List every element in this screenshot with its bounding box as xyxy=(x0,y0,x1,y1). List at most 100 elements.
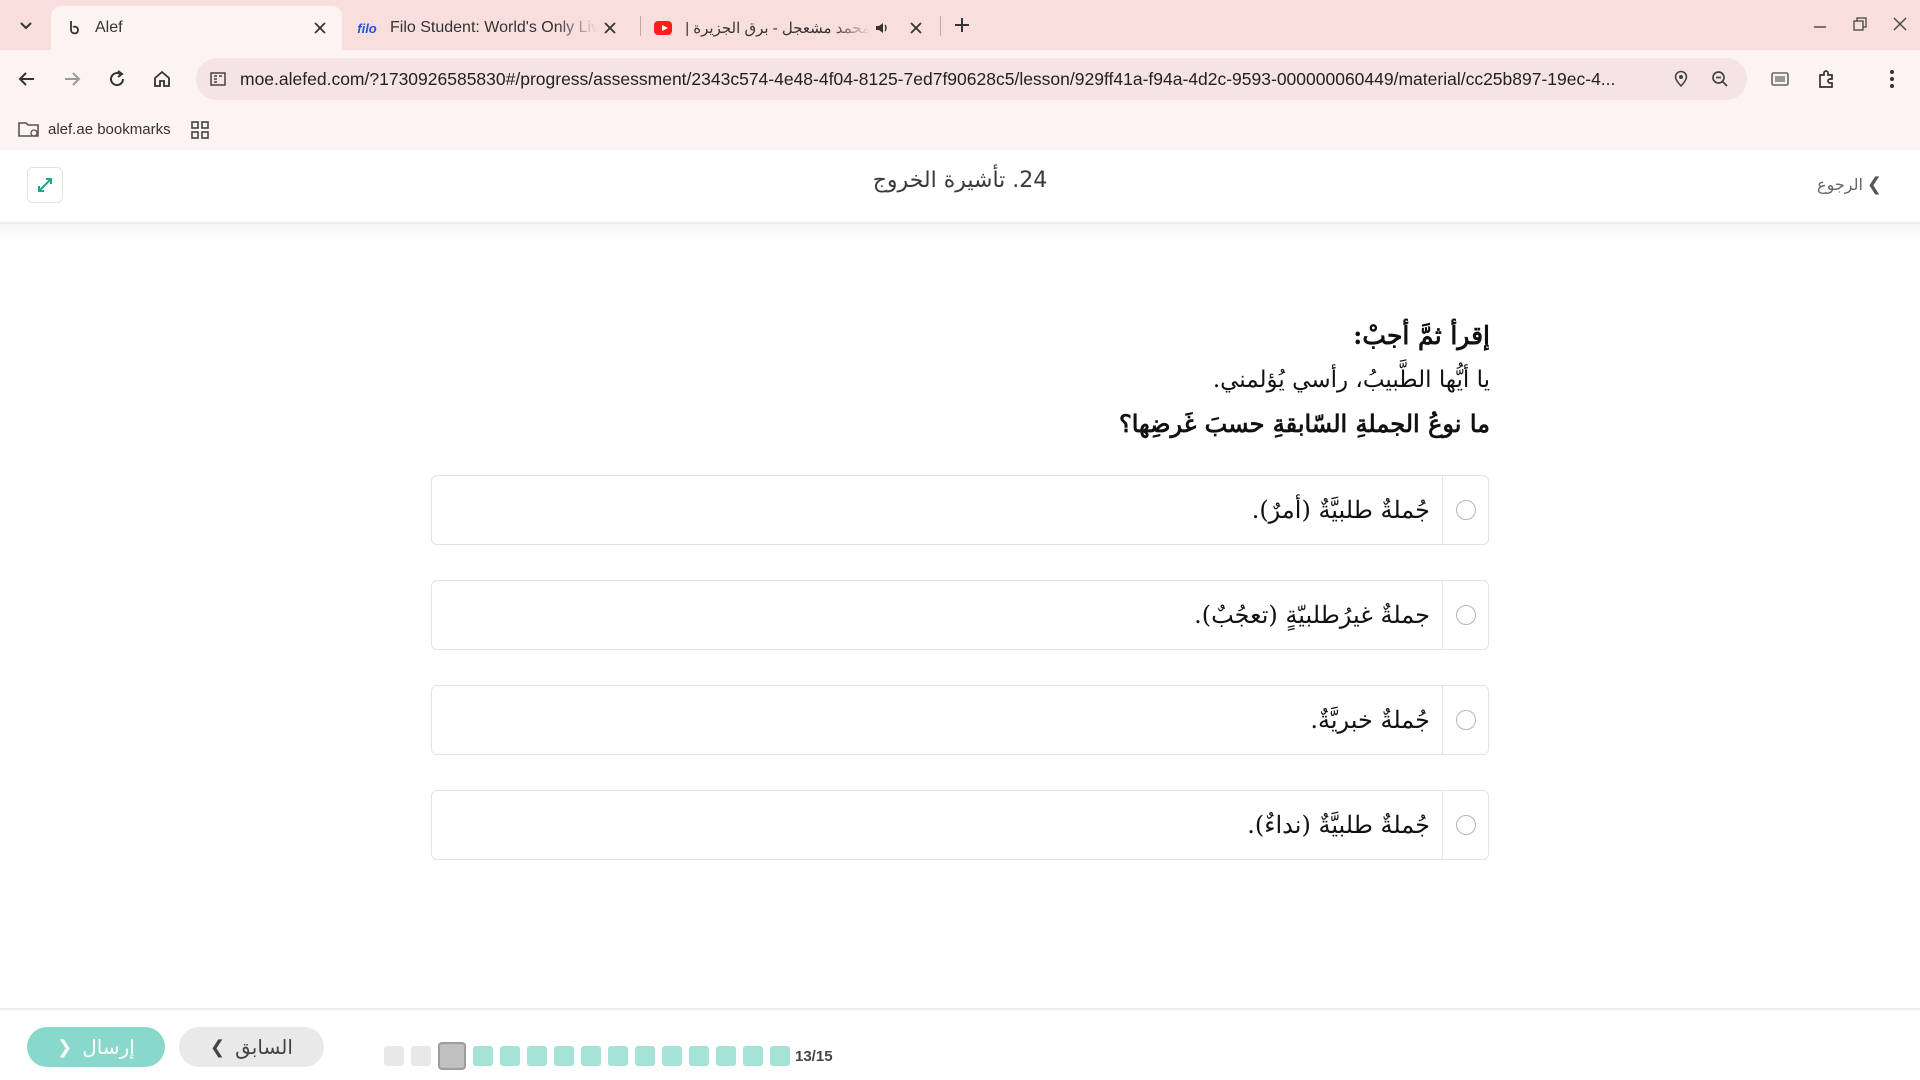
arrow-left-icon xyxy=(18,72,34,86)
submit-label: إرسال xyxy=(82,1035,135,1059)
forward-button[interactable] xyxy=(56,63,88,95)
radio-button[interactable] xyxy=(1455,815,1476,835)
new-tab-button[interactable] xyxy=(950,13,974,37)
radio-button[interactable] xyxy=(1455,710,1476,730)
bookmark-folder-alef[interactable]: alef.ae bookmarks xyxy=(18,116,171,142)
home-icon xyxy=(154,70,170,87)
option-text[interactable]: جُملةٌ طلبيَّةٌ (أمرٌ). xyxy=(432,476,1442,544)
close-icon xyxy=(1893,17,1907,31)
plus-icon xyxy=(955,18,969,32)
extensions-button[interactable] xyxy=(1810,63,1842,95)
progress-dot-8[interactable] xyxy=(581,1046,601,1066)
progress-dot-14[interactable] xyxy=(411,1046,431,1066)
progress-dot-5[interactable] xyxy=(662,1046,682,1066)
chevron-left-icon: ❮ xyxy=(57,1036,73,1058)
radio-button[interactable] xyxy=(1455,605,1476,625)
location-pin-icon[interactable] xyxy=(1669,67,1693,91)
back-button[interactable] xyxy=(11,63,43,95)
filo-icon: filo xyxy=(357,20,377,36)
reload-button[interactable] xyxy=(101,63,133,95)
browser-tab-strip: Alef filo Filo Student: World's Only Liv… xyxy=(0,0,1920,50)
question-block: إقرأ ثمَّ أجبْ: يا أيُّها الطَّبيبُ، رأس… xyxy=(590,314,1490,446)
folder-icon xyxy=(18,119,40,139)
previous-label: السابق xyxy=(235,1035,293,1059)
tab-separator xyxy=(940,16,941,36)
progress-dot-15[interactable] xyxy=(384,1046,404,1066)
answer-option[interactable]: جملةٌ غيرُطلبيّةٍ (تعجُبٌ). xyxy=(431,580,1489,650)
progress-dot-11[interactable] xyxy=(500,1046,520,1066)
back-label: الرجوع xyxy=(1817,175,1863,194)
zoom-icon[interactable] xyxy=(1708,67,1732,91)
radio-cell[interactable] xyxy=(1442,686,1488,754)
progress-count: 13/15 xyxy=(795,1047,833,1065)
tab-search-button[interactable] xyxy=(10,9,42,41)
cast-button[interactable] xyxy=(1764,63,1796,95)
question-instruction: إقرأ ثمَّ أجبْ: xyxy=(1353,321,1490,350)
chevron-right-icon: ❯ xyxy=(1866,174,1882,195)
close-icon[interactable] xyxy=(308,16,332,40)
tab-youtube[interactable]: محمد مشعجل - برق الجزيرة | e xyxy=(644,6,938,50)
progress-dot-6[interactable] xyxy=(635,1046,655,1066)
back-link[interactable]: ❯ الرجوع xyxy=(1817,174,1882,195)
question-prompt: ما نوعُ الجملةِ السّابقةِ حسبَ غَرضِها؟ xyxy=(1119,409,1490,438)
apps-grid-icon[interactable] xyxy=(190,120,210,140)
window-close-button[interactable] xyxy=(1888,12,1912,36)
lesson-header: 24. تأشيرة الخروج ❯ الرجوع xyxy=(0,150,1920,224)
arrow-right-icon xyxy=(65,72,81,86)
answer-option[interactable]: جُملةٌ طلبيَّةٌ (نداءٌ). xyxy=(431,790,1489,860)
bookmarks-bar: alef.ae bookmarks xyxy=(0,108,1920,150)
bookmark-label: alef.ae bookmarks xyxy=(48,120,171,138)
tab-title: محمد مشعجل - برق الجزيرة | e xyxy=(684,20,870,37)
chevron-down-icon xyxy=(20,22,32,30)
alef-icon xyxy=(65,19,83,37)
answer-option[interactable]: جُملةٌ طلبيَّةٌ (أمرٌ). xyxy=(431,475,1489,545)
address-bar[interactable]: moe.alefed.com/?1730926585830#/progress/… xyxy=(196,58,1747,100)
restore-button[interactable] xyxy=(1848,12,1872,36)
option-text[interactable]: جُملةٌ خبريَّةٌ. xyxy=(432,686,1442,754)
chevron-right-icon: ❯ xyxy=(210,1036,226,1058)
close-icon[interactable] xyxy=(904,16,928,40)
previous-button[interactable]: السابق ❯ xyxy=(179,1027,324,1067)
browser-toolbar: moe.alefed.com/?1730926585830#/progress/… xyxy=(0,50,1920,108)
answer-options: جُملةٌ طلبيَّةٌ (أمرٌ). جملةٌ غيرُطلبيّة… xyxy=(431,475,1489,895)
page-title: 24. تأشيرة الخروج xyxy=(872,168,1048,193)
progress-dot-7[interactable] xyxy=(608,1046,628,1066)
home-button[interactable] xyxy=(146,63,178,95)
radio-cell[interactable] xyxy=(1442,581,1488,649)
progress-dot-10[interactable] xyxy=(527,1046,547,1066)
progress-dot-1[interactable] xyxy=(770,1046,790,1066)
minimize-button[interactable] xyxy=(1808,12,1832,36)
progress-dot-3[interactable] xyxy=(716,1046,736,1066)
youtube-icon xyxy=(654,19,672,37)
minimize-icon xyxy=(1814,26,1826,28)
audio-playing-icon[interactable] xyxy=(870,16,894,40)
tab-title: Filo Student: World's Only Live Instant … xyxy=(390,19,598,36)
progress-dot-2[interactable] xyxy=(743,1046,763,1066)
header-shadow xyxy=(0,224,1920,240)
tab-filo[interactable]: filo Filo Student: World's Only Live Ins… xyxy=(348,6,632,50)
progress-dot-12[interactable] xyxy=(473,1046,493,1066)
url-text[interactable]: moe.alefed.com/?1730926585830#/progress/… xyxy=(240,69,1640,90)
tab-alef[interactable]: Alef xyxy=(51,6,342,50)
progress-dot-9[interactable] xyxy=(554,1046,574,1066)
question-sentence: يا أيُّها الطَّبيبُ، رأسي يُؤلمني. xyxy=(1212,367,1490,393)
puzzle-icon xyxy=(1819,70,1833,88)
answer-option[interactable]: جُملةٌ خبريَّةٌ. xyxy=(431,685,1489,755)
site-info-icon[interactable] xyxy=(208,69,228,89)
option-text[interactable]: جملةٌ غيرُطلبيّةٍ (تعجُبٌ). xyxy=(432,581,1442,649)
reload-icon xyxy=(110,70,125,87)
restore-icon xyxy=(1853,17,1867,31)
radio-cell[interactable] xyxy=(1442,476,1488,544)
close-icon[interactable] xyxy=(598,16,622,40)
submit-button[interactable]: إرسال ❮ xyxy=(27,1027,165,1067)
option-text[interactable]: جُملةٌ طلبيَّةٌ (نداءٌ). xyxy=(432,791,1442,859)
progress-dot-13[interactable] xyxy=(438,1042,466,1070)
tab-title: Alef xyxy=(95,19,123,36)
kebab-menu-icon xyxy=(1890,70,1894,88)
radio-cell[interactable] xyxy=(1442,791,1488,859)
assessment-footer: إرسال ❮ السابق ❯ 13/15 xyxy=(0,1008,1920,1080)
progress-dot-4[interactable] xyxy=(689,1046,709,1066)
browser-menu-button[interactable] xyxy=(1876,63,1908,95)
tab-separator xyxy=(640,16,641,36)
radio-button[interactable] xyxy=(1455,500,1476,520)
